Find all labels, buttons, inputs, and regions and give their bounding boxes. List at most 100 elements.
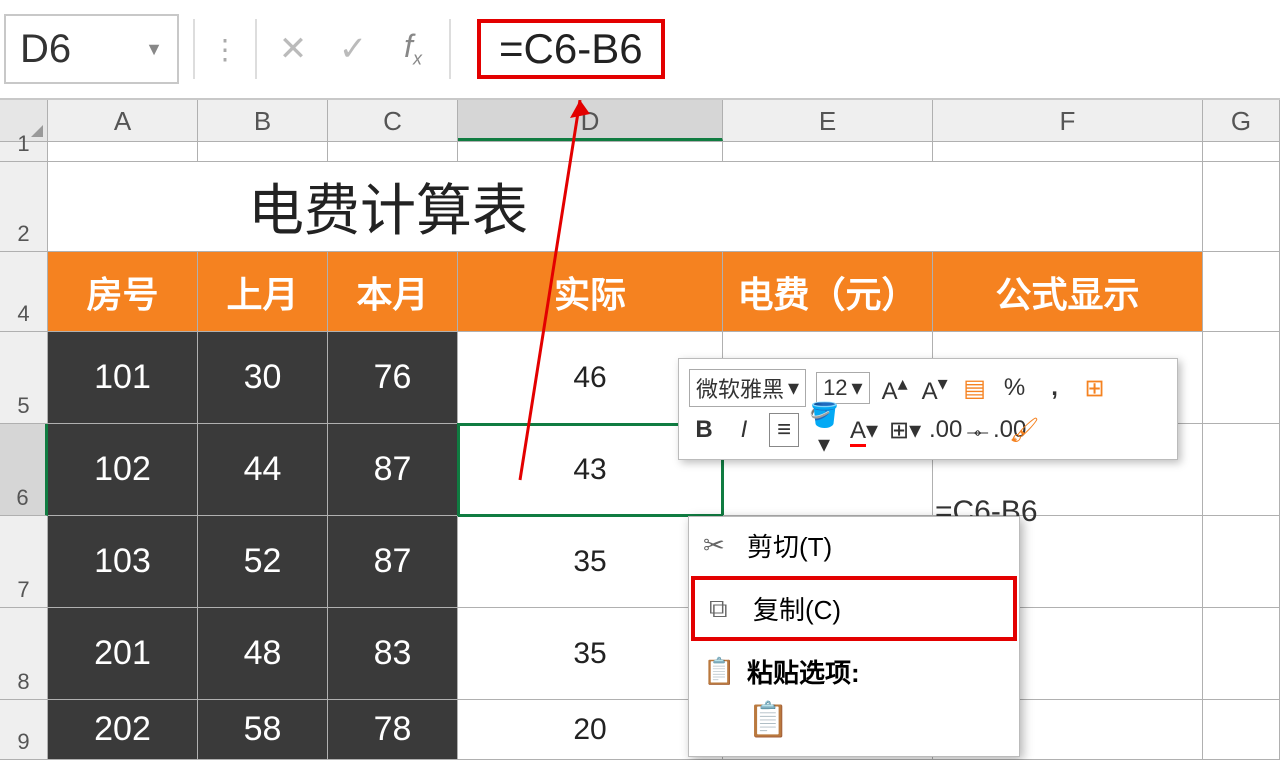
increase-decimal-icon[interactable]: .00→ — [929, 416, 959, 444]
table-icon[interactable]: ⊞ — [1080, 374, 1110, 403]
row-header-1[interactable]: 1 — [0, 142, 48, 162]
format-painter-icon[interactable]: 🖌 — [1009, 416, 1039, 445]
cell[interactable]: 20 — [458, 700, 723, 760]
col-header-F[interactable]: F — [933, 100, 1203, 141]
scissors-icon: ✂ — [703, 530, 733, 561]
header-room[interactable]: 房号 — [48, 252, 198, 332]
clipboard-icon: 📋 — [703, 656, 733, 687]
header-actual[interactable]: 实际 — [458, 252, 723, 332]
header-last[interactable]: 上月 — [198, 252, 328, 332]
title-cell[interactable]: 电费计算表 — [48, 162, 1203, 252]
context-menu: ✂ 剪切(T) ⧉ 复制(C) 📋 粘贴选项: 📋 — [688, 516, 1020, 757]
name-box-value: D6 — [20, 27, 71, 72]
menu-paste-options: 📋 粘贴选项: — [689, 643, 1019, 700]
formula-input[interactable]: =C6-B6 — [457, 14, 1280, 84]
cell[interactable]: 78 — [328, 700, 458, 760]
cell[interactable] — [458, 142, 723, 162]
accept-icon[interactable]: ✓ — [323, 29, 383, 69]
menu-copy-label: 复制(C) — [753, 590, 841, 627]
cell[interactable] — [48, 142, 198, 162]
border-icon[interactable]: ⊞▾ — [889, 416, 919, 445]
cell[interactable]: 83 — [328, 608, 458, 700]
cell[interactable]: 48 — [198, 608, 328, 700]
copy-icon: ⧉ — [709, 593, 739, 625]
cell[interactable]: 35 — [458, 516, 723, 608]
header-formula[interactable]: 公式显示 — [933, 252, 1203, 332]
cell[interactable]: 76 — [328, 332, 458, 424]
cell[interactable] — [1203, 516, 1280, 608]
cell[interactable]: 102 — [48, 424, 198, 516]
menu-paste-label: 粘贴选项: — [747, 653, 860, 690]
cell[interactable]: 44 — [198, 424, 328, 516]
formula-bar: D6 ▼ ⋮ ✕ ✓ fx =C6-B6 — [0, 0, 1280, 100]
bold-icon[interactable]: B — [689, 416, 719, 444]
font-select[interactable]: 微软雅黑▾ — [689, 369, 806, 407]
row-header-5[interactable]: 5 — [0, 332, 48, 424]
header-this[interactable]: 本月 — [328, 252, 458, 332]
mini-toolbar: 微软雅黑▾ 12▾ A▴ A▾ ▤ % , ⊞ B I ≡ 🪣▾ A▾ ⊞▾ .… — [678, 358, 1178, 460]
sheet-title: 电费计算表 — [248, 166, 528, 247]
header-fee[interactable]: 电费（元） — [723, 252, 933, 332]
decrease-font-icon[interactable]: A▾ — [920, 371, 950, 406]
name-box[interactable]: D6 ▼ — [4, 14, 179, 84]
cell[interactable]: 87 — [328, 516, 458, 608]
paste-option-default[interactable]: 📋 — [689, 700, 1019, 756]
cell[interactable] — [1203, 142, 1280, 162]
cell[interactable] — [1203, 608, 1280, 700]
chevron-down-icon[interactable]: ▼ — [145, 39, 163, 60]
separator — [193, 19, 195, 79]
row-header-9[interactable]: 9 — [0, 700, 48, 760]
conditional-format-icon[interactable]: ▤ — [960, 374, 990, 403]
fx-icon[interactable]: fx — [383, 28, 443, 69]
font-color-icon[interactable]: A▾ — [849, 416, 879, 445]
comma-icon[interactable]: , — [1040, 374, 1070, 402]
col-header-D[interactable]: D — [458, 100, 723, 141]
row-header-2[interactable]: 2 — [0, 162, 48, 252]
chevron-down-icon: ▾ — [788, 375, 799, 401]
menu-copy[interactable]: ⧉ 复制(C) — [691, 576, 1017, 641]
row-header-7[interactable]: 7 — [0, 516, 48, 608]
cell[interactable]: 101 — [48, 332, 198, 424]
formula-text: =C6-B6 — [477, 19, 665, 79]
row-header-8[interactable]: 8 — [0, 608, 48, 700]
separator — [449, 19, 451, 79]
col-header-G[interactable]: G — [1203, 100, 1280, 141]
col-header-A[interactable]: A — [48, 100, 198, 141]
italic-icon[interactable]: I — [729, 416, 759, 444]
paste-icon: 📋 — [747, 701, 789, 739]
cell[interactable]: 87 — [328, 424, 458, 516]
col-header-E[interactable]: E — [723, 100, 933, 141]
menu-cut[interactable]: ✂ 剪切(T) — [689, 517, 1019, 574]
cell[interactable]: 58 — [198, 700, 328, 760]
column-headers: A B C D E F G — [0, 100, 1280, 142]
cell[interactable]: 52 — [198, 516, 328, 608]
chevron-down-icon: ▾ — [852, 375, 863, 401]
percent-icon[interactable]: % — [1000, 374, 1030, 402]
cell[interactable] — [328, 142, 458, 162]
cell[interactable] — [1203, 700, 1280, 760]
cell[interactable]: 35 — [458, 608, 723, 700]
cell[interactable]: 202 — [48, 700, 198, 760]
align-icon[interactable]: ≡ — [769, 413, 799, 447]
cell[interactable] — [1203, 424, 1280, 516]
fill-color-icon[interactable]: 🪣▾ — [809, 401, 839, 459]
row-header-4[interactable]: 4 — [0, 252, 48, 332]
cell[interactable] — [198, 142, 328, 162]
more-icon[interactable]: ⋮ — [201, 33, 249, 66]
cell[interactable] — [933, 142, 1203, 162]
cell[interactable]: 103 — [48, 516, 198, 608]
increase-font-icon[interactable]: A▴ — [880, 371, 910, 406]
cancel-icon[interactable]: ✕ — [263, 29, 323, 69]
cell[interactable] — [1203, 252, 1280, 332]
cell[interactable] — [1203, 332, 1280, 424]
col-header-C[interactable]: C — [328, 100, 458, 141]
menu-cut-label: 剪切(T) — [747, 527, 832, 564]
cell[interactable]: 201 — [48, 608, 198, 700]
cell[interactable] — [723, 142, 933, 162]
cell[interactable] — [1203, 162, 1280, 252]
col-header-B[interactable]: B — [198, 100, 328, 141]
decrease-decimal-icon[interactable]: ←.00 — [969, 416, 999, 444]
size-select[interactable]: 12▾ — [816, 372, 870, 404]
cell[interactable]: 30 — [198, 332, 328, 424]
row-header-6[interactable]: 6 — [0, 424, 48, 516]
